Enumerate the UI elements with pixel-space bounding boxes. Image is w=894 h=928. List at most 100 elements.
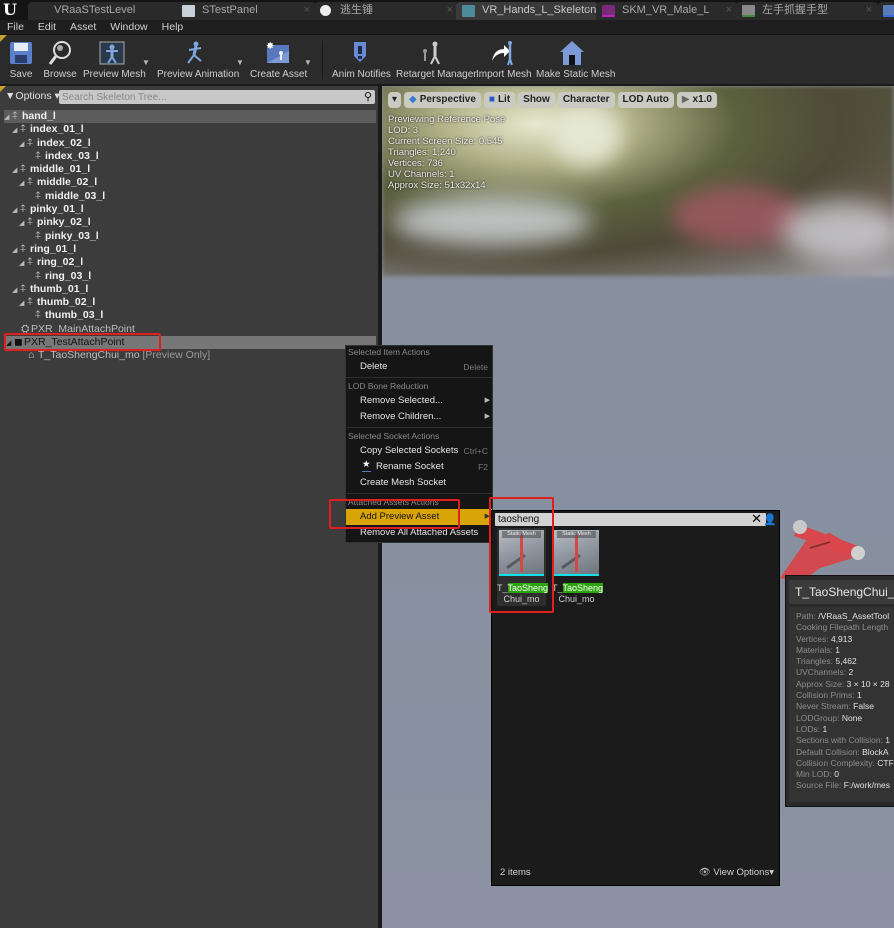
close-icon[interactable]: × — [726, 2, 732, 19]
menu-item-remove-selected[interactable]: Remove Selected... ▶ — [346, 393, 492, 409]
tab-skeletal-mesh[interactable]: SKM_VR_Male_L × — [596, 2, 738, 20]
skeleton-search-input[interactable] — [59, 90, 349, 104]
tree-row-bone[interactable]: ⍏ thumb_03_l — [4, 309, 376, 322]
lod-button[interactable]: LOD Auto — [617, 92, 674, 108]
tree-row-bone[interactable]: ⍏ middle_03_l — [4, 190, 376, 203]
asset-name: T_TaoSheng Chui_mo — [552, 583, 604, 604]
expand-arrow-icon[interactable]: ◢ — [19, 177, 27, 190]
menu-edit[interactable]: Edit — [38, 21, 56, 33]
menu-help[interactable]: Help — [162, 21, 184, 33]
tree-row-bone[interactable]: ◢ ⍏ index_02_l — [4, 137, 376, 150]
save-button[interactable]: Save — [6, 39, 36, 80]
expand-arrow-icon[interactable]: ◢ — [6, 337, 14, 350]
menu-item-rename-socket[interactable]: ★ Rename Socket F2 — [346, 459, 492, 475]
anim-notifies-button[interactable]: Anim Notifies — [332, 39, 391, 80]
make-static-mesh-button[interactable]: Make Static Mesh — [536, 39, 615, 80]
tree-row-bone[interactable]: ◢ ⍏ hand_l — [4, 110, 376, 124]
menu-item-add-preview-asset[interactable]: Add Preview Asset ▶ — [346, 509, 492, 525]
tooltip-line: Approx Size: 3 × 10 × 28 — [796, 678, 890, 689]
menu-item-copy-sockets[interactable]: Copy Selected Sockets Ctrl+C — [346, 443, 492, 459]
tree-row-bone[interactable]: ⍏ ring_03_l — [4, 270, 376, 283]
asset-thumbnail: Static Mesh — [554, 530, 599, 576]
character-button[interactable]: Character — [557, 92, 615, 108]
tab-static-mesh[interactable]: 逃生锤 × — [314, 2, 459, 20]
socket-icon: ⛭ — [21, 322, 30, 335]
chevron-down-icon: ▾ — [392, 94, 398, 105]
perspective-button[interactable]: ◆ Perspective — [404, 92, 481, 108]
asset-search-input[interactable] — [495, 513, 745, 526]
menu-bar: File Edit Asset Window Help — [0, 20, 894, 34]
options-dropdown[interactable]: ▼Options ▾ — [5, 90, 60, 102]
retarget-manager-button[interactable]: Retarget Manager — [396, 39, 477, 80]
tree-row-bone[interactable]: ◢ ⍏ ring_01_l — [4, 243, 376, 256]
user-filter-icon[interactable]: 👤 — [763, 513, 777, 526]
expand-arrow-icon[interactable]: ◢ — [4, 111, 12, 124]
asset-tile[interactable]: Static Mesh T_TaoSheng Chui_mo — [497, 528, 549, 606]
tab-widget[interactable]: STestPanel × — [176, 2, 316, 20]
close-icon[interactable]: × — [586, 2, 592, 19]
rename-star-icon: ★ — [362, 459, 371, 472]
tree-row-bone[interactable]: ◢ ⍏ middle_01_l — [4, 163, 376, 176]
skeleton-search[interactable]: ⚲ — [59, 90, 375, 104]
bone-icon: ⍏ — [20, 282, 27, 295]
tree-row-socket-selected[interactable]: ◢ ◼PXR_TestAttachPoint — [4, 336, 376, 350]
close-icon[interactable]: × — [866, 2, 872, 19]
browse-button[interactable]: Browse — [43, 39, 77, 80]
create-asset-dropdown-icon[interactable]: ▼ — [304, 58, 312, 67]
menu-item-remove-children[interactable]: Remove Children... ▶ — [346, 409, 492, 425]
submenu-arrow-icon: ▶ — [484, 397, 490, 404]
tree-row-bone[interactable]: ◢ ⍏ index_01_l — [4, 123, 376, 136]
preview-animation-dropdown-icon[interactable]: ▼ — [236, 58, 244, 67]
preview-mesh-dropdown-icon[interactable]: ▼ — [142, 58, 150, 67]
menu-item-remove-all-attached[interactable]: Remove All Attached Assets — [346, 525, 492, 541]
preview-mesh-button[interactable]: Preview Mesh — [83, 39, 146, 80]
expand-arrow-icon[interactable]: ◢ — [19, 217, 27, 230]
tree-row-bone[interactable]: ◢ ⍏ pinky_01_l — [4, 203, 376, 216]
view-options-button[interactable]: 👁 View Options▾ — [699, 867, 774, 878]
expand-arrow-icon[interactable]: ◢ — [12, 164, 20, 177]
menu-item-create-mesh-socket[interactable]: Create Mesh Socket — [346, 475, 492, 491]
asset-tile[interactable]: Static Mesh T_TaoSheng Chui_mo — [552, 528, 604, 606]
tree-row-bone[interactable]: ⍏ pinky_03_l — [4, 230, 376, 243]
tab-skeleton[interactable]: VR_Hands_L_Skeleton × — [456, 2, 598, 20]
expand-arrow-icon[interactable]: ◢ — [19, 138, 27, 151]
close-icon[interactable]: × — [304, 2, 310, 19]
tree-row-preview-asset[interactable]: ⌂ T_TaoShengChui_mo [Preview Only] — [4, 349, 376, 362]
submenu-arrow-icon: ▶ — [484, 513, 490, 520]
menu-asset[interactable]: Asset — [70, 21, 96, 33]
search-icon[interactable]: ⚲ — [364, 90, 372, 103]
tree-row-bone[interactable]: ◢ ⍏ thumb_02_l — [4, 296, 376, 309]
expand-arrow-icon[interactable]: ◢ — [12, 244, 20, 257]
play-icon: ▶ — [681, 94, 690, 105]
tree-row-bone[interactable]: ⍏ index_03_l — [4, 150, 376, 163]
tab-label: 逃生锤 — [340, 4, 373, 16]
clear-search-icon[interactable]: ✕ — [751, 511, 762, 527]
viewport-options-button[interactable]: ▾ — [388, 92, 402, 108]
expand-arrow-icon[interactable]: ◢ — [12, 284, 20, 297]
menu-file[interactable]: File — [7, 21, 24, 33]
show-button[interactable]: Show — [518, 92, 555, 108]
expand-arrow-icon[interactable]: ◢ — [12, 124, 20, 137]
tab-level[interactable]: VRaaSTestLevel — [28, 2, 180, 20]
expand-arrow-icon[interactable]: ◢ — [19, 257, 27, 270]
playback-speed-button[interactable]: ▶ x1.0 — [676, 92, 717, 108]
menu-item-delete[interactable]: Delete Delete — [346, 359, 492, 375]
preview-animation-button[interactable]: Preview Animation — [157, 39, 239, 80]
menu-window[interactable]: Window — [110, 21, 147, 33]
unreal-logo-icon[interactable]: U — [3, 1, 27, 19]
tree-row-bone[interactable]: ◢ ⍏ ring_02_l — [4, 256, 376, 269]
create-asset-button[interactable]: ✸ Create Asset — [250, 39, 307, 80]
tree-row-socket[interactable]: ⛭ PXR_MainAttachPoint — [4, 323, 376, 336]
tree-row-bone[interactable]: ◢ ⍏ middle_02_l — [4, 176, 376, 189]
bone-icon: ⍏ — [35, 149, 42, 162]
tree-row-bone[interactable]: ◢ ⍏ pinky_02_l — [4, 216, 376, 229]
asset-search[interactable]: ✕ — [495, 511, 766, 527]
tab-pose-asset[interactable]: 左手抓握手型 × — [736, 2, 878, 20]
close-icon[interactable]: × — [447, 2, 453, 19]
tab-overflow[interactable] — [878, 2, 894, 20]
expand-arrow-icon[interactable]: ◢ — [19, 297, 27, 310]
expand-arrow-icon[interactable]: ◢ — [12, 204, 20, 217]
tree-row-bone[interactable]: ◢ ⍏ thumb_01_l — [4, 283, 376, 296]
import-mesh-button[interactable]: Import Mesh — [476, 39, 532, 80]
lit-button[interactable]: ■ Lit — [483, 92, 516, 108]
